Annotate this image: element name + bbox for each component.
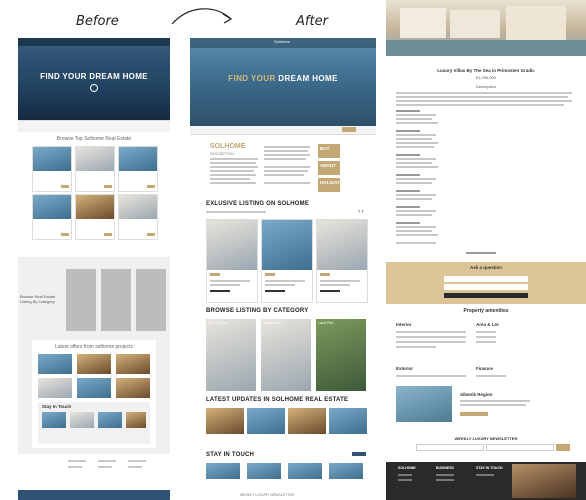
- exclusive-card[interactable]: [206, 219, 258, 303]
- about-button[interactable]: ABOUT: [318, 161, 340, 175]
- after-search-bar[interactable]: [190, 126, 376, 135]
- footer-image: [512, 464, 576, 498]
- play-icon[interactable]: [90, 84, 98, 92]
- stay-image[interactable]: [247, 463, 281, 479]
- right-footer: SOLHOME BUSINESS STAY IN TOUCH: [386, 462, 586, 500]
- solhome-heading: SOLHOME: [210, 143, 246, 150]
- after-brand[interactable]: Solhome: [274, 39, 290, 44]
- after-label: After: [296, 14, 328, 29]
- buy-button[interactable]: BUY: [318, 144, 340, 158]
- region-button[interactable]: [460, 412, 488, 416]
- listing-card[interactable]: [75, 194, 115, 240]
- detail-page: Luxury Villas By The Sea in Primosten Gr…: [386, 0, 586, 500]
- before-latest-title: Latest offers from solhome projects: [55, 344, 133, 350]
- before-browse-title: Browse Top Solhome Real Estate: [56, 136, 132, 142]
- exclusive-card[interactable]: [316, 219, 368, 303]
- update-card[interactable]: [247, 408, 285, 434]
- ask-question-section: Ask a question: [386, 262, 586, 304]
- listing-card[interactable]: [118, 146, 158, 192]
- stay-image[interactable]: [329, 463, 363, 479]
- detail-price: €1,095,000: [475, 75, 497, 80]
- update-card[interactable]: [288, 408, 326, 434]
- before-label: Before: [76, 14, 119, 29]
- detail-hero: [386, 0, 586, 56]
- carousel-arrows-icon[interactable]: ‹ ›: [358, 209, 364, 215]
- before-hero-title: FIND YOUR DREAM HOME: [40, 72, 148, 81]
- arrow-icon: [171, 8, 233, 25]
- before-hero: FIND YOUR DREAM HOME: [18, 38, 170, 126]
- stay-button[interactable]: [352, 452, 366, 456]
- after-hero-title: FIND YOUR DREAM HOME: [228, 74, 338, 83]
- exterior-title: Exterior: [396, 366, 414, 371]
- footer-col-1: SOLHOME: [398, 466, 416, 470]
- footer-col-2: BUSINESS: [436, 466, 454, 470]
- category-tile[interactable]: Land Plot: [316, 319, 366, 391]
- exclusive-title: EXLUSIVE LISTING ON SOLHOME: [206, 201, 310, 207]
- before-side-text: Browse Real Estate Listing By Category: [20, 294, 56, 304]
- listing-card[interactable]: [32, 194, 72, 240]
- region-title: Sibenik Region: [460, 392, 493, 397]
- update-card[interactable]: [206, 408, 244, 434]
- after-newsletter: WEEKLY LUXURY NEWSLETTER: [240, 493, 295, 497]
- finance-title: Finance: [476, 366, 494, 371]
- before-stay-title: Stay In Touch: [42, 404, 72, 409]
- newsletter-email-input[interactable]: [486, 444, 554, 451]
- after-page: Solhome FIND YOUR DREAM HOME SOLHOME DES…: [190, 38, 376, 500]
- detail-description-heading: Description: [475, 84, 496, 89]
- interior-title: Interior: [396, 322, 412, 327]
- before-footer-bar: [18, 490, 170, 500]
- stay-title: STAY IN TOUCH: [206, 452, 255, 458]
- placeholder-block: [66, 269, 96, 331]
- before-nav: [18, 38, 170, 46]
- exclusive-card[interactable]: [261, 219, 313, 303]
- detail-title: Luxury Villas By The Sea in Primosten Gr…: [437, 68, 535, 73]
- stay-image[interactable]: [288, 463, 322, 479]
- before-footer: [18, 454, 170, 492]
- area-title: Area & Lot: [476, 322, 499, 327]
- listing-card[interactable]: [118, 194, 158, 240]
- listing-card[interactable]: [75, 146, 115, 192]
- after-hero: Solhome FIND YOUR DREAM HOME: [190, 38, 376, 126]
- region-image: [396, 386, 452, 422]
- updates-title: LATEST UPDATES IN SOLHOME REAL ESTATE: [206, 397, 349, 403]
- browse-title: BROWSE LISTING BY CATEGORY: [206, 308, 309, 314]
- stay-image[interactable]: [206, 463, 240, 479]
- holidays-button[interactable]: HOLIDAYS: [318, 178, 343, 192]
- before-page: FIND YOUR DREAM HOME Browse Top Solhome …: [18, 38, 170, 500]
- placeholder-block: [101, 269, 131, 331]
- listing-card[interactable]: [32, 146, 72, 192]
- email-input[interactable]: [444, 284, 528, 290]
- send-button[interactable]: [444, 293, 528, 298]
- category-tile[interactable]: Apartments: [261, 319, 311, 391]
- right-newsletter-title: WEEKLY LUXURY NEWSLETTER: [454, 436, 518, 441]
- solhome-sub: DESCRIPTION: [210, 152, 234, 156]
- newsletter-name-input[interactable]: [416, 444, 484, 451]
- update-card[interactable]: [329, 408, 367, 434]
- question-input[interactable]: [444, 276, 528, 282]
- before-search-bar[interactable]: [18, 120, 170, 129]
- placeholder-block: [136, 269, 166, 331]
- ask-title: Ask a question: [469, 265, 502, 270]
- footer-col-3: STAY IN TOUCH: [476, 466, 503, 470]
- amenities-title: Property amenities: [463, 308, 509, 314]
- subscribe-button[interactable]: [556, 444, 570, 451]
- category-tile[interactable]: Villa / Ninova: [206, 319, 256, 391]
